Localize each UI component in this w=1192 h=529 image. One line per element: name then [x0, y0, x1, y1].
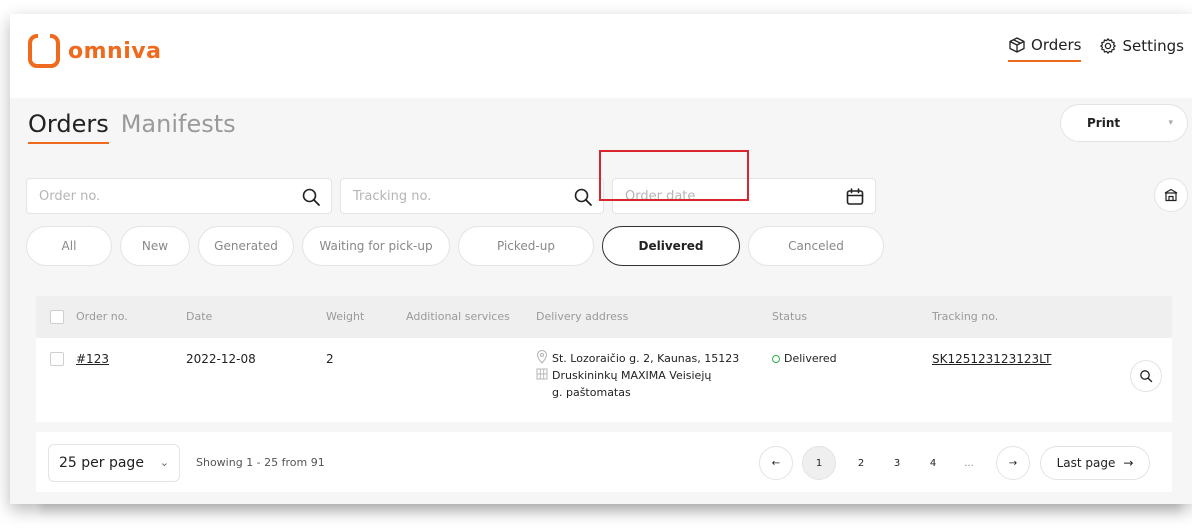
search-icon: [1140, 370, 1153, 383]
col-tracking-no: Tracking no.: [932, 310, 999, 323]
pagination-bar: 25 per page ⌄ Showing 1 - 25 from 91 ← 1…: [36, 432, 1172, 492]
tracking-link[interactable]: SK125123123123LT: [932, 352, 1051, 366]
tracking-no-field: [340, 178, 604, 214]
print-button[interactable]: Print ▾: [1060, 104, 1188, 142]
last-page-button[interactable]: Last page →: [1040, 446, 1150, 480]
order-no-field: [26, 178, 332, 214]
logo-icon: [28, 33, 60, 68]
parcel-machine-line: Druskininkų MAXIMA Veisiejų: [536, 367, 756, 384]
col-weight: Weight: [326, 310, 365, 323]
table-header: Order no. Date Weight Additional service…: [36, 296, 1172, 338]
status-badge: Delivered: [772, 352, 837, 365]
order-date: 2022-12-08: [186, 352, 256, 366]
per-page-select[interactable]: 25 per page ⌄: [48, 444, 180, 482]
location-pin-icon: [536, 350, 548, 364]
filter-waiting-for-pickup[interactable]: Waiting for pick-up: [302, 226, 450, 266]
order-link[interactable]: #123: [76, 352, 109, 366]
status-dot-icon: [772, 354, 780, 363]
highlight-box: [599, 150, 749, 201]
filter-generated[interactable]: Generated: [198, 226, 294, 266]
page-ellipsis: ...: [964, 457, 974, 469]
filter-all[interactable]: All: [26, 226, 112, 266]
filter-canceled[interactable]: Canceled: [748, 226, 884, 266]
col-status: Status: [772, 310, 808, 323]
col-order-no: Order no.: [76, 310, 128, 323]
tab-orders[interactable]: Orders: [28, 110, 109, 144]
select-all-checkbox[interactable]: [50, 310, 64, 324]
delivery-address: St. Lozoraičio g. 2, Kaunas, 15123 Drusk…: [536, 350, 756, 401]
page-1-button[interactable]: 1: [802, 446, 836, 480]
status-text: Delivered: [784, 352, 837, 365]
nav-settings-label: Settings: [1122, 37, 1184, 55]
search-icon[interactable]: [301, 187, 321, 207]
top-nav: Orders Settings: [1008, 36, 1184, 62]
parcel-machine-name-cont: g. paštomatas: [552, 386, 631, 399]
address-street: St. Lozoraičio g. 2, Kaunas, 15123: [552, 352, 740, 365]
filter-picked-up[interactable]: Picked-up: [458, 226, 594, 266]
arrow-right-icon: →: [1123, 456, 1134, 470]
top-header: omniva Orders Settings: [10, 14, 1192, 98]
prev-page-button[interactable]: ←: [759, 446, 793, 480]
search-icon[interactable]: [573, 187, 593, 207]
page-3-button[interactable]: 3: [882, 446, 912, 480]
per-page-value: 25 per page: [59, 455, 144, 471]
chevron-down-icon: ⌄: [159, 456, 169, 469]
nav-orders-label: Orders: [1031, 36, 1082, 54]
brand-name: omniva: [68, 38, 162, 64]
col-additional-services: Additional services: [406, 310, 510, 323]
nav-settings[interactable]: Settings: [1099, 37, 1184, 61]
page-2-button[interactable]: 2: [846, 446, 876, 480]
app-window: omniva Orders Settings Orders Manifests …: [10, 14, 1192, 504]
nav-orders[interactable]: Orders: [1008, 36, 1082, 62]
table-row[interactable]: #123 2022-12-08 2 St. Lozoraičio g. 2, K…: [36, 338, 1172, 422]
parcel-locker-icon: [536, 368, 548, 380]
chevron-down-icon: ▾: [1168, 118, 1173, 128]
parcel-machine-name: Druskininkų MAXIMA Veisiejų: [552, 369, 712, 382]
print-label: Print: [1087, 116, 1121, 130]
order-no-input[interactable]: [27, 179, 331, 213]
orders-table: Order no. Date Weight Additional service…: [36, 296, 1172, 492]
page-tabs: Orders Manifests: [28, 110, 236, 144]
tab-manifests[interactable]: Manifests: [121, 110, 236, 144]
page-4-button[interactable]: 4: [918, 446, 948, 480]
next-page-button[interactable]: →: [996, 446, 1030, 480]
last-page-label: Last page: [1056, 456, 1116, 470]
row-checkbox[interactable]: [50, 352, 64, 366]
store-button[interactable]: [1154, 178, 1188, 212]
store-icon: [1164, 188, 1178, 202]
address-line: St. Lozoraičio g. 2, Kaunas, 15123: [536, 350, 756, 367]
view-order-button[interactable]: [1130, 360, 1162, 392]
calendar-icon[interactable]: [845, 187, 865, 207]
box-icon: [1009, 37, 1025, 53]
showing-count: Showing 1 - 25 from 91: [196, 456, 325, 469]
filter-delivered[interactable]: Delivered: [602, 226, 740, 266]
filter-new[interactable]: New: [120, 226, 190, 266]
gear-icon: [1100, 38, 1117, 54]
col-delivery-address: Delivery address: [536, 310, 629, 323]
omniva-logo[interactable]: omniva: [28, 33, 162, 68]
status-filters: All New Generated Waiting for pick-up Pi…: [26, 226, 884, 266]
col-date: Date: [186, 310, 213, 323]
tracking-no-input[interactable]: [341, 179, 603, 213]
order-weight: 2: [326, 352, 334, 366]
